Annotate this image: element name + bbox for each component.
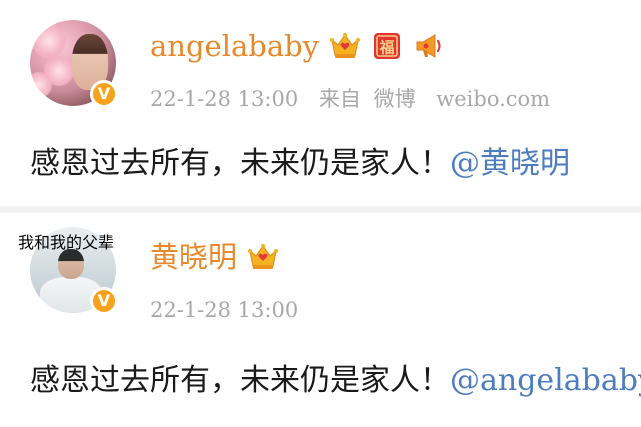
verified-badge-icon: V — [90, 287, 118, 315]
megaphone-badge-icon[interactable] — [413, 30, 445, 62]
crown-badge-icon[interactable] — [329, 30, 361, 62]
weibo-post[interactable]: V angelababy 福 22-1-28 13:00 来自 微博 weibo… — [0, 0, 641, 206]
mention-link[interactable]: @angelababy — [450, 363, 641, 398]
post-text: 感恩过去所有，未来仍是家人！ — [30, 146, 450, 181]
post-meta: 22-1-28 13:00 — [150, 295, 312, 325]
verified-badge-icon: V — [90, 80, 118, 108]
post-content: 感恩过去所有，未来仍是家人！@angelababy — [30, 359, 641, 403]
post-timestamp: 22-1-28 13:00 — [150, 87, 299, 111]
username[interactable]: angelababy — [150, 26, 319, 66]
source-domain[interactable]: weibo.com — [436, 87, 550, 111]
crown-badge-icon[interactable] — [247, 241, 279, 273]
weibo-feed: V angelababy 福 22-1-28 13:00 来自 微博 weibo… — [0, 0, 641, 427]
svg-text:福: 福 — [379, 39, 395, 57]
username[interactable]: 黄晓明 — [150, 237, 237, 277]
name-row: angelababy 福 — [150, 26, 445, 66]
post-timestamp: 22-1-28 13:00 — [150, 298, 299, 322]
fu-badge-icon[interactable]: 福 — [371, 30, 403, 62]
post-content: 感恩过去所有，未来仍是家人！@黄晓明 — [30, 142, 570, 186]
avatar-banner-text: 我和我的父辈 — [18, 233, 115, 252]
source-prefix: 来自 — [318, 87, 361, 111]
weibo-post[interactable]: 我和我的父辈 V 黄晓明 22-1-28 13:00 感恩过去所有，未来仍是家人… — [0, 213, 641, 427]
source-app[interactable]: 微博 — [374, 87, 416, 111]
post-meta: 22-1-28 13:00 来自 微博 weibo.com — [150, 84, 564, 114]
post-text: 感恩过去所有，未来仍是家人！ — [30, 363, 450, 398]
mention-link[interactable]: @黄晓明 — [450, 146, 570, 181]
avatar[interactable]: 我和我的父辈 V — [18, 227, 118, 315]
avatar[interactable]: V — [30, 20, 118, 108]
name-row: 黄晓明 — [150, 237, 279, 277]
